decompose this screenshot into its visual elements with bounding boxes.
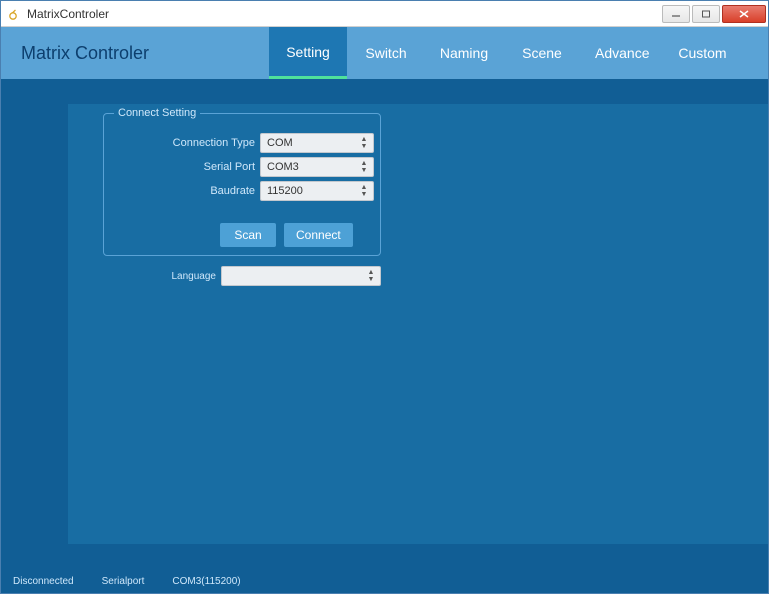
app-window: MatrixControler Matrix Controler Setting… — [0, 0, 769, 594]
status-connection: Disconnected — [13, 576, 74, 587]
maximize-button[interactable] — [692, 5, 720, 23]
spinner-icon: ▲▼ — [364, 268, 378, 284]
tab-setting[interactable]: Setting — [269, 27, 347, 79]
window-title: MatrixControler — [27, 7, 662, 21]
connection-type-value: COM — [267, 137, 293, 149]
serial-port-row: Serial Port COM3 ▲▼ — [104, 156, 374, 178]
spinner-icon: ▲▼ — [357, 159, 371, 175]
connection-type-select[interactable]: COM ▲▼ — [260, 133, 374, 153]
baudrate-value: 115200 — [267, 185, 303, 197]
spinner-icon: ▲▼ — [357, 183, 371, 199]
content-panel: Connect Setting Connection Type COM ▲▼ S… — [68, 104, 768, 544]
status-bar: Disconnected Serialport COM3(115200) — [1, 569, 768, 593]
baudrate-select[interactable]: 115200 ▲▼ — [260, 181, 374, 201]
language-row: Language ▲▼ — [103, 265, 381, 287]
tab-scene[interactable]: Scene — [503, 27, 581, 79]
tab-advance[interactable]: Advance — [581, 27, 663, 79]
tab-switch[interactable]: Switch — [347, 27, 425, 79]
connect-setting-legend: Connect Setting — [114, 107, 200, 119]
serial-port-select[interactable]: COM3 ▲▼ — [260, 157, 374, 177]
status-port-type: Serialport — [102, 576, 145, 587]
tab-custom[interactable]: Custom — [663, 27, 741, 79]
minimize-button[interactable] — [662, 5, 690, 23]
titlebar: MatrixControler — [1, 1, 768, 27]
baudrate-row: Baudrate 115200 ▲▼ — [104, 180, 374, 202]
connection-type-label: Connection Type — [104, 137, 260, 149]
tab-naming[interactable]: Naming — [425, 27, 503, 79]
tab-bar: Setting Switch Naming Scene Advance Cust… — [269, 27, 768, 79]
language-label: Language — [103, 271, 221, 282]
scan-button[interactable]: Scan — [220, 223, 276, 247]
body: Connect Setting Connection Type COM ▲▼ S… — [1, 79, 768, 569]
spinner-icon: ▲▼ — [357, 135, 371, 151]
header: Matrix Controler Setting Switch Naming S… — [1, 27, 768, 79]
app-icon — [7, 6, 23, 22]
app-title: Matrix Controler — [1, 27, 269, 79]
serial-port-label: Serial Port — [104, 161, 260, 173]
connection-type-row: Connection Type COM ▲▼ — [104, 132, 374, 154]
window-buttons — [662, 5, 766, 23]
serial-port-value: COM3 — [267, 161, 299, 173]
language-select[interactable]: ▲▼ — [221, 266, 381, 286]
connect-setting-group: Connect Setting Connection Type COM ▲▼ S… — [103, 113, 381, 256]
connect-button[interactable]: Connect — [284, 223, 353, 247]
connect-buttons: Scan Connect — [220, 223, 353, 247]
baudrate-label: Baudrate — [104, 185, 260, 197]
close-button[interactable] — [722, 5, 766, 23]
status-port-info: COM3(115200) — [172, 576, 240, 587]
